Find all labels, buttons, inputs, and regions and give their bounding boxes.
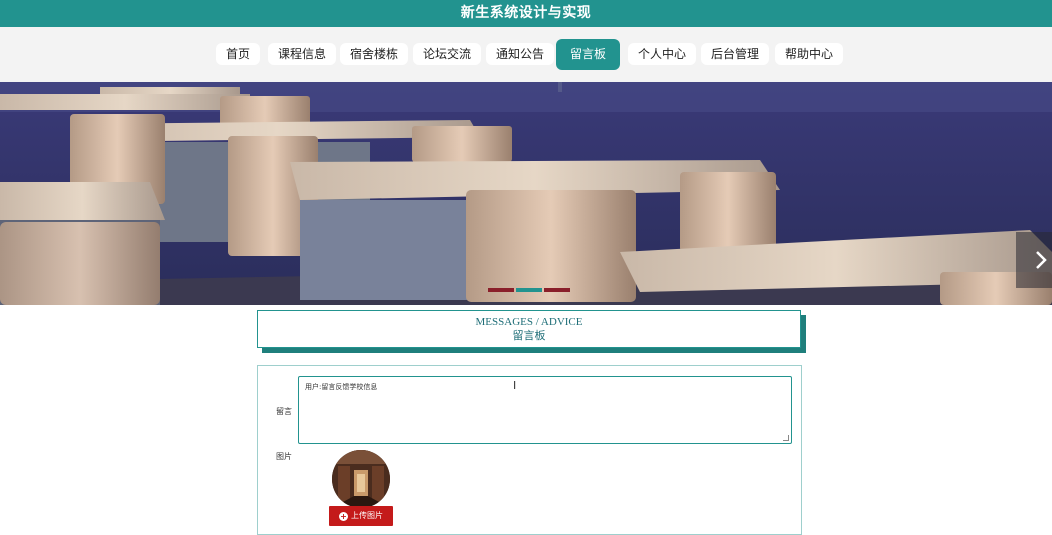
message-label: 留言 — [276, 407, 292, 416]
nav-item-profile[interactable]: 个人中心 — [628, 43, 697, 65]
message-form: 留言 用户:留言反馈学校信息 I 图片 + 上传图片 — [257, 365, 802, 535]
nav-item-home[interactable]: 首页 — [216, 43, 261, 65]
nav-item-courses[interactable]: 课程信息 — [268, 43, 337, 65]
main-nav: 首页 课程信息 宿舍楼栋 论坛交流 通知公告 留言板 个人中心 后台管理 帮助中… — [0, 27, 1052, 82]
carousel-dot-active[interactable] — [516, 288, 542, 292]
nav-item-admin[interactable]: 后台管理 — [701, 43, 770, 65]
upload-image-button[interactable]: + 上传图片 — [329, 506, 393, 526]
message-textarea[interactable]: 用户:留言反馈学校信息 — [298, 376, 792, 444]
nav-item-dorms[interactable]: 宿舍楼栋 — [340, 43, 409, 65]
carousel-dot[interactable] — [544, 288, 570, 292]
nav-item-help[interactable]: 帮助中心 — [775, 43, 844, 65]
message-text: 用户:留言反馈学校信息 — [305, 383, 378, 391]
corridor-thumbnail — [332, 450, 390, 508]
classroom-image — [0, 82, 1052, 305]
text-cursor-icon: I — [513, 379, 517, 392]
carousel-next-button[interactable] — [1016, 232, 1052, 288]
textarea-resize-handle[interactable] — [783, 435, 789, 441]
site-header: 新生系统设计与实现 — [0, 0, 1052, 27]
carousel-indicators — [488, 288, 578, 294]
section-title-en: MESSAGES / ADVICE — [475, 316, 583, 328]
section-title-box: MESSAGES / ADVICE 留言板 — [257, 310, 801, 348]
chevron-right-icon — [1036, 251, 1047, 269]
nav-item-messages[interactable]: 留言板 — [556, 39, 620, 70]
banner-carousel — [0, 82, 1052, 305]
nav-item-notices[interactable]: 通知公告 — [486, 43, 555, 65]
uploaded-image-preview — [332, 450, 390, 508]
image-label: 图片 — [276, 452, 292, 461]
nav-item-forum[interactable]: 论坛交流 — [413, 43, 482, 65]
plus-circle-icon: + — [339, 512, 348, 521]
section-title-cn: 留言板 — [512, 329, 546, 342]
site-title: 新生系统设计与实现 — [460, 5, 592, 21]
carousel-dot[interactable] — [488, 288, 514, 292]
